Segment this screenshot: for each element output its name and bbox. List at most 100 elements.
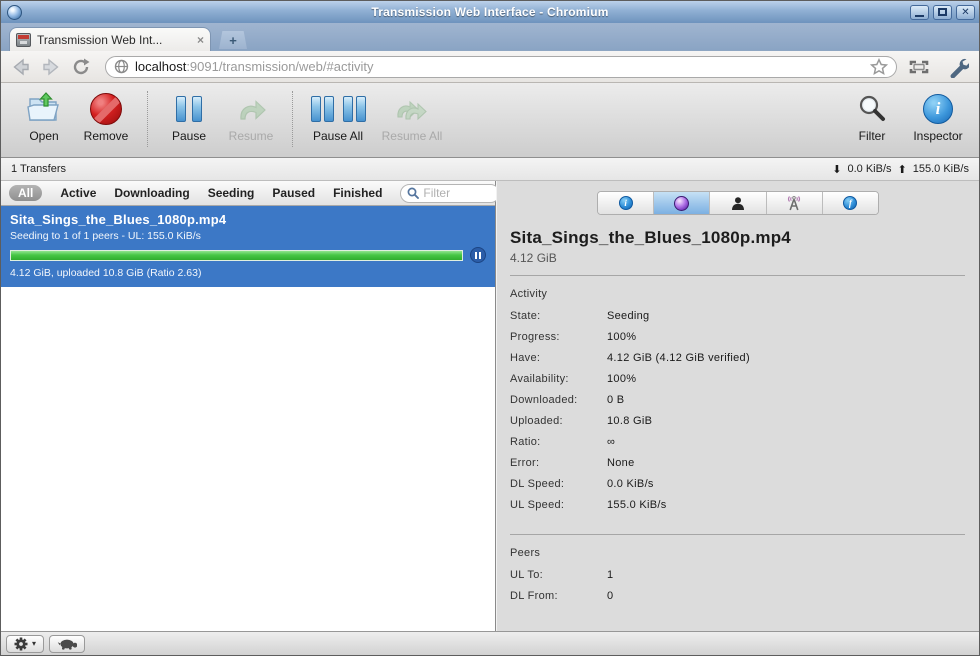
inspector-info-icon: i [923,94,953,124]
bottom-bar: ▾ [1,631,979,655]
url-text[interactable]: localhost:9091/transmission/web/#activit… [135,59,870,74]
filter-tab-finished[interactable]: Finished [333,186,382,200]
remove-icon [90,93,122,125]
pause-all-icon [310,91,366,127]
tab-tracker[interactable] [766,192,823,214]
filter-search-input[interactable] [423,186,494,200]
tab-close-icon[interactable]: × [197,33,204,47]
detail-row: Downloaded: 0 B [510,394,625,406]
open-button[interactable]: Open [13,91,75,143]
filter-magnifier-icon [856,91,888,127]
total-upload-speed: 155.0 KiB/s [912,163,969,175]
tab-files[interactable]: f [822,192,878,214]
turtle-icon [57,639,78,650]
filter-tab-seeding[interactable]: Seeding [208,186,255,200]
filter-button[interactable]: Filter [849,91,895,143]
detail-row: Error: None [510,457,635,469]
plus-icon: + [229,32,237,48]
peers-section: Peers UL To: 1 DL From: 0 [510,547,965,611]
browser-tab[interactable]: Transmission Web Int... × [9,27,211,51]
torrent-row-selected[interactable]: Sita_Sings_the_Blues_1080p.mp4 Seeding t… [1,206,495,287]
transmission-toolbar: Open Remove Pause Resume Pause All Resum… [1,83,979,158]
filter-search-box[interactable] [400,183,501,203]
resume-all-button[interactable]: Resume All [373,91,451,143]
download-arrow-icon: ⬇ [832,163,842,176]
maximize-icon [938,8,947,16]
remove-button[interactable]: Remove [75,91,137,143]
tab-info[interactable]: i [598,192,655,214]
back-button[interactable] [11,57,31,77]
detail-row: State: Seeding [510,310,650,322]
pause-button[interactable]: Pause [158,91,220,143]
forward-button[interactable] [41,57,61,77]
torrent-name: Sita_Sings_the_Blues_1080p.mp4 [10,212,227,227]
files-icon: f [843,196,858,210]
inspector-torrent-title: Sita_Sings_the_Blues_1080p.mp4 [510,228,791,247]
url-host: localhost [135,59,187,74]
divider [510,534,965,535]
tab-title: Transmission Web Int... [37,32,163,47]
activity-sphere-icon [674,195,690,211]
browser-window: Transmission Web Interface - Chromium ✕ … [0,0,980,656]
filter-tab-downloading[interactable]: Downloading [114,186,189,200]
section-heading: Peers [510,547,541,559]
upload-arrow-icon: ⬆ [897,163,907,176]
filter-bar: All Active Downloading Seeding Paused Fi… [1,181,501,206]
detail-row: Availability: 100% [510,373,637,385]
wrench-menu-button[interactable] [947,56,969,78]
new-tab-button[interactable]: + [219,31,247,49]
fullscreen-button[interactable] [907,58,931,76]
bookmark-star-icon[interactable] [870,57,888,76]
torrent-pause-button[interactable] [470,247,486,263]
inspector-torrent-size: 4.12 GiB [510,251,557,265]
tab-peers[interactable] [710,192,767,214]
activity-section: Activity State: Seeding Progress: 100% Hav… [510,288,965,520]
tab-strip: Transmission Web Int... × + [1,23,979,51]
turtle-speed-button[interactable] [49,634,86,653]
browser-navbar: localhost:9091/transmission/web/#activit… [1,51,979,83]
detail-row: Ratio: ∞ [510,436,616,448]
url-bar[interactable]: localhost:9091/transmission/web/#activit… [105,55,897,78]
torrent-list-panel: All Active Downloading Seeding Paused Fi… [1,181,501,633]
window-title: Transmission Web Interface - Chromium [371,5,609,19]
resume-button[interactable]: Resume [220,91,282,143]
torrent-detail: 4.12 GiB, uploaded 10.8 GiB (Ratio 2.63) [10,267,202,279]
info-icon: i [618,196,633,210]
toolbar-separator [147,91,148,147]
minimize-button[interactable] [910,4,929,20]
globe-icon [114,59,129,74]
inspector-button[interactable]: i Inspector [909,91,967,143]
maximize-button[interactable] [933,4,952,20]
detail-row: UL To: 1 [510,569,614,581]
resume-all-icon [394,91,430,127]
resume-icon [235,91,267,127]
tracker-antenna-icon [788,196,801,211]
peers-person-icon [732,196,744,210]
transmission-favicon-icon [16,32,31,47]
tab-activity[interactable] [654,192,711,214]
transfers-count: 1 Transfers [11,163,67,175]
filter-tab-active[interactable]: Active [60,186,96,200]
total-download-speed: 0.0 KiB/s [847,163,892,175]
close-button[interactable]: ✕ [956,4,975,20]
pause-all-button[interactable]: Pause All [303,91,373,143]
window-titlebar: Transmission Web Interface - Chromium ✕ [1,1,979,23]
detail-row: Have: 4.12 GiB (4.12 GiB verified) [510,352,750,364]
settings-menu-button[interactable]: ▾ [6,634,45,653]
inspector-panel: i f Sita_Sings_the_Blues_1080p.mp4 4.12 … [496,181,979,633]
toolbar-separator [292,91,293,147]
url-path: :9091/transmission/web/#activity [186,59,374,74]
gear-icon [14,637,28,650]
filter-tab-paused[interactable]: Paused [272,186,315,200]
pause-icon [176,91,202,127]
close-icon: ✕ [961,6,970,18]
reload-button[interactable] [71,57,91,77]
filter-tab-all[interactable]: All [9,185,43,201]
divider [510,275,965,276]
torrent-progress-bar [10,249,463,261]
detail-row: UL Speed: 155.0 KiB/s [510,499,667,511]
minimize-icon [915,14,924,17]
transfers-status-bar: 1 Transfers ⬇ 0.0 KiB/s ⬆ 155.0 KiB/s [1,158,979,181]
torrent-list: Sita_Sings_the_Blues_1080p.mp4 Seeding t… [1,206,495,633]
search-icon [407,187,420,199]
